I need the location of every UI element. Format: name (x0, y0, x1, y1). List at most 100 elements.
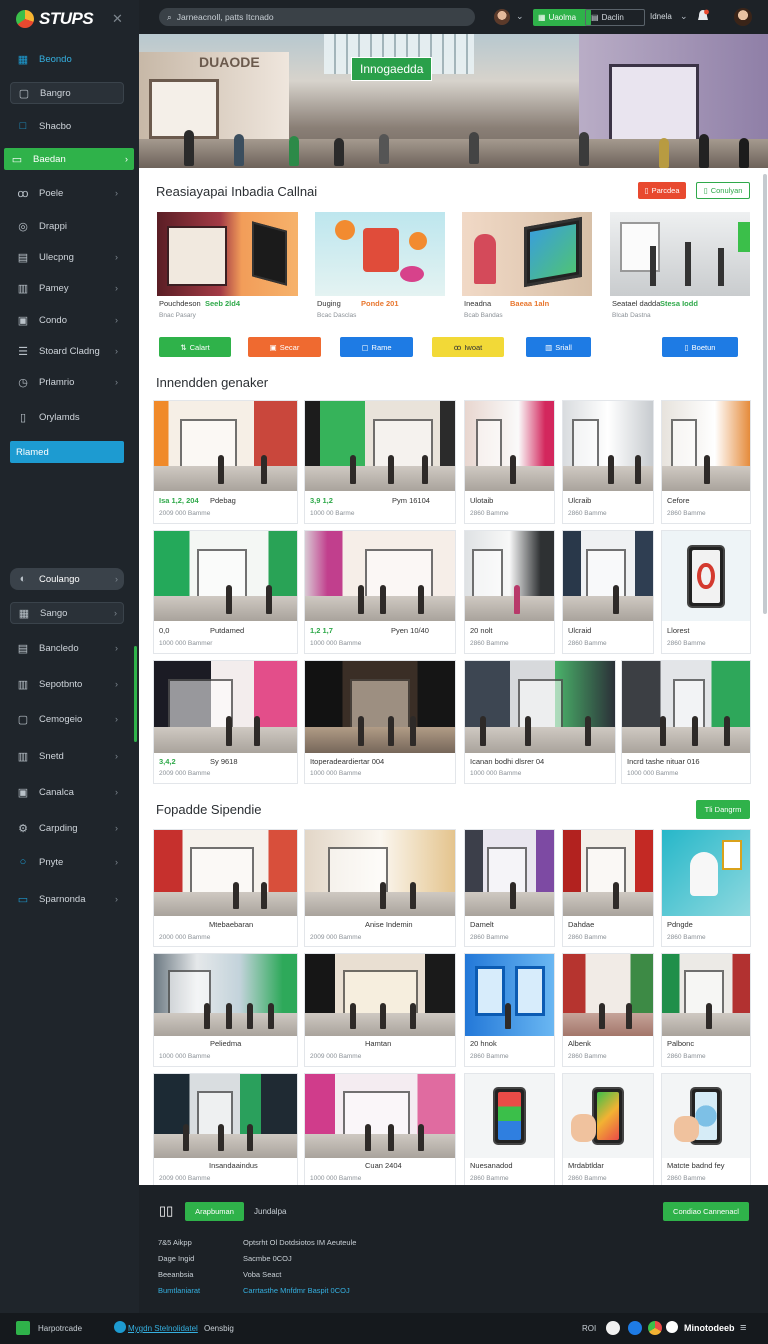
sidebar-item-sepotbnto[interactable]: ▥ Sepotbnto › (10, 673, 124, 695)
product-card[interactable]: 1,2 1,7 Pyen 10/40 1000 000 Bamme (305, 531, 455, 653)
orange-button[interactable]: ▯ Parcdea (638, 182, 686, 199)
footer-link[interactable]: Bumtlaniarat (158, 1286, 200, 1295)
status-link[interactable]: Mygdn Stelnolidatel (128, 1324, 198, 1333)
browser-icon[interactable] (628, 1321, 642, 1335)
search-icon: ⌕ (167, 11, 172, 22)
person (650, 246, 656, 286)
product-card[interactable]: Anise Indemin 2009 000 Bamme (305, 830, 455, 946)
sidebar-item-prlamrio[interactable]: ◷ Prlamrio › (10, 371, 124, 393)
sidebar-item-baedan[interactable]: ▭ Baedan › (4, 148, 134, 170)
account-avatar[interactable] (494, 9, 510, 25)
sidebar-scroll-indicator[interactable] (134, 646, 137, 742)
notification-bell-icon[interactable] (696, 9, 710, 24)
status-app-icon[interactable] (16, 1321, 30, 1335)
product-card[interactable]: Pdngde 2860 Bamme (662, 830, 750, 946)
product-card[interactable]: Isa 1,2, 204 Pdebag 2009 000 Bamme (154, 401, 297, 523)
menu-icon[interactable]: ≡ (740, 1322, 746, 1334)
sidebar-item-drappi[interactable]: ◎ Drappi (10, 215, 124, 237)
chrome-icon[interactable] (648, 1321, 662, 1335)
product-card[interactable]: 3,9 1,2 Pym 16104 1000 00 Barme (305, 401, 455, 523)
sidebar-item-pamey[interactable]: ▥ Pamey › (10, 277, 124, 299)
sidebar-item-bancledo[interactable]: ▤ Bancledo › (10, 637, 124, 659)
product-card[interactable]: 0,0 Putdamed 1000 000 Bammer (154, 531, 297, 653)
footer-link[interactable]: Carrtasthe Mnfdmr Baspit 0COJ (243, 1286, 350, 1295)
sidebar-item-poele[interactable]: ꝏ Poele › (10, 182, 124, 204)
featured-card[interactable]: Ineadna Baeaa 1aln Bcab Bandas (462, 212, 592, 322)
product-card[interactable]: Ulotaib 2860 Bamme (465, 401, 554, 523)
featured-card[interactable]: Seatael dadda Stesa Iodd Blcab Dastna (610, 212, 750, 322)
user-avatar[interactable] (734, 8, 752, 26)
action-button-rame[interactable]: ▢ Rame (340, 337, 413, 357)
sidebar-item-condo[interactable]: ▣ Condo › (10, 309, 124, 331)
sidebar-item-snetd[interactable]: ▥ Snetd › (10, 745, 124, 767)
close-sidebar-icon[interactable]: ✕ (112, 11, 123, 27)
sidebar-item-sparnonda[interactable]: ▭ Sparnonda › (10, 888, 124, 910)
action-button-boetun[interactable]: ▯ Boetun (662, 337, 738, 357)
search-bar[interactable]: ⌕ (159, 8, 475, 26)
product-card[interactable]: 3,4,2 Sy 9618 2009 000 Bamme (154, 661, 297, 783)
sidebar-item-coulango[interactable]: ◐ Coulango › (10, 568, 124, 590)
sidebar-item-sango[interactable]: ▦ Sango › (10, 602, 124, 624)
product-card[interactable]: Damelt 2860 Bamme (465, 830, 554, 946)
product-card[interactable]: Hamtan 2009 000 Bamme (305, 954, 455, 1066)
cloud-icon[interactable] (606, 1321, 620, 1335)
action-button-secar[interactable]: ▣ Secar (248, 337, 321, 357)
secondary-action-button[interactable]: ▤ Daclin (585, 9, 645, 26)
featured-card[interactable]: Pouchdeson Seeb 2ld4 Bnac Pasary (157, 212, 298, 322)
product-card[interactable]: Llorest 2860 Bamme (662, 531, 750, 653)
product-card[interactable]: Dahdae 2860 Bamme (563, 830, 653, 946)
sidebar-item-label: Pamey (39, 282, 69, 294)
product-card[interactable]: Matcte badnd fey 2860 Bamme (662, 1074, 750, 1185)
sidebar-item-rlamed[interactable]: Rlamed (10, 441, 124, 463)
product-card[interactable]: Icanan bodhi dlsrer 04 1000 000 Bamme (465, 661, 615, 783)
search-input[interactable] (176, 12, 447, 22)
user-status-icon[interactable] (666, 1321, 678, 1333)
action-button-sriall[interactable]: ▥ Sriall (526, 337, 591, 357)
sidebar-item-beondo[interactable]: ▦ Beondo (10, 48, 124, 70)
app-logo[interactable]: STUPS (16, 8, 94, 30)
product-card[interactable]: Nuesanadod 2860 Bamme (465, 1074, 554, 1185)
product-card[interactable]: Cuan 2404 1000 000 Bamme (305, 1074, 455, 1185)
product-card[interactable]: Mrdabtldar 2860 Bamme (563, 1074, 653, 1185)
featured-card[interactable]: Duging Ponde 201 Bcac Dasclas (315, 212, 445, 322)
product-card[interactable]: Palbonc 2860 Bamme (662, 954, 750, 1066)
product-card[interactable]: 20 nolt 2860 Bamme (465, 531, 554, 653)
topbar-menu-label[interactable]: Idnela (650, 12, 672, 21)
product-card[interactable]: Insandaaindus 2009 000 Bamme (154, 1074, 297, 1185)
scrollbar[interactable] (763, 174, 767, 614)
status-bar: Harpotrcade Mygdn Stelnolidatel Oensbig … (0, 1313, 768, 1344)
chevron-down-icon[interactable]: ⌄ (680, 11, 688, 22)
product-card[interactable]: 20 hnok 2860 Bamme (465, 954, 554, 1066)
sidebar-item-label: Stoard Cladng (39, 345, 100, 357)
sidebar-item-canalca[interactable]: ▣ Canalca › (10, 781, 124, 803)
card-meta: 2009 000 Bamme (310, 934, 362, 941)
sidebar-item-carpding[interactable]: ⚙ Carpding › (10, 817, 124, 839)
product-card[interactable]: Itoperadeardiertar 004 1000 000 Bamme (305, 661, 455, 783)
sidebar-item-pnyte[interactable]: ○ Pnyte › (10, 851, 124, 873)
product-card[interactable]: Cefore 2860 Bamme (662, 401, 750, 523)
product-card[interactable]: Albenk 2860 Bamme (563, 954, 653, 1066)
flower-icon (409, 232, 427, 250)
footer-contact-button[interactable]: Condiao Cannenacl (663, 1202, 749, 1221)
product-card[interactable]: Mtebaebaran 2000 000 Bamme (154, 830, 297, 946)
product-card[interactable]: Incrd tashe nituar 016 1000 000 Bamme (622, 661, 750, 783)
chevron-down-icon[interactable]: ⌄ (516, 11, 524, 22)
action-button-calart[interactable]: ⇅ Calart (159, 337, 231, 357)
sidebar-item-stoard-clading[interactable]: ☰ Stoard Cladng › (10, 340, 124, 362)
sidebar-item-bangro[interactable]: ▢ Bangro (10, 82, 124, 104)
view-all-button[interactable]: Tli Dangrm (696, 800, 750, 819)
green-outline-button[interactable]: ▯ Conulyan (696, 182, 750, 199)
sidebar-item-shacbo[interactable]: □ Shacbo (10, 115, 124, 137)
product-card[interactable]: Ulcraib 2860 Bamme (563, 401, 653, 523)
sidebar-item-ulecpng[interactable]: ▤ Ulecpng › (10, 246, 124, 268)
footer-link[interactable]: Jundalpa (254, 1207, 286, 1216)
card-title: Damelt (470, 920, 494, 929)
sidebar-item-cemogeio[interactable]: ▢ Cemogeio › (10, 708, 124, 730)
product-card[interactable]: Ulcraid 2860 Bamme (563, 531, 653, 653)
action-button-iwoat[interactable]: ꝏ Iwoat (432, 337, 504, 357)
sidebar-item-orylamds[interactable]: ▯ Orylamds (10, 406, 124, 428)
footer-primary-button[interactable]: Arapbuman (185, 1202, 244, 1221)
sidebar-item-label: Sparnonda (39, 893, 86, 905)
product-card[interactable]: Peliedma 1000 000 Bamme (154, 954, 297, 1066)
primary-action-button[interactable]: ▦ Uaolma (533, 9, 591, 26)
